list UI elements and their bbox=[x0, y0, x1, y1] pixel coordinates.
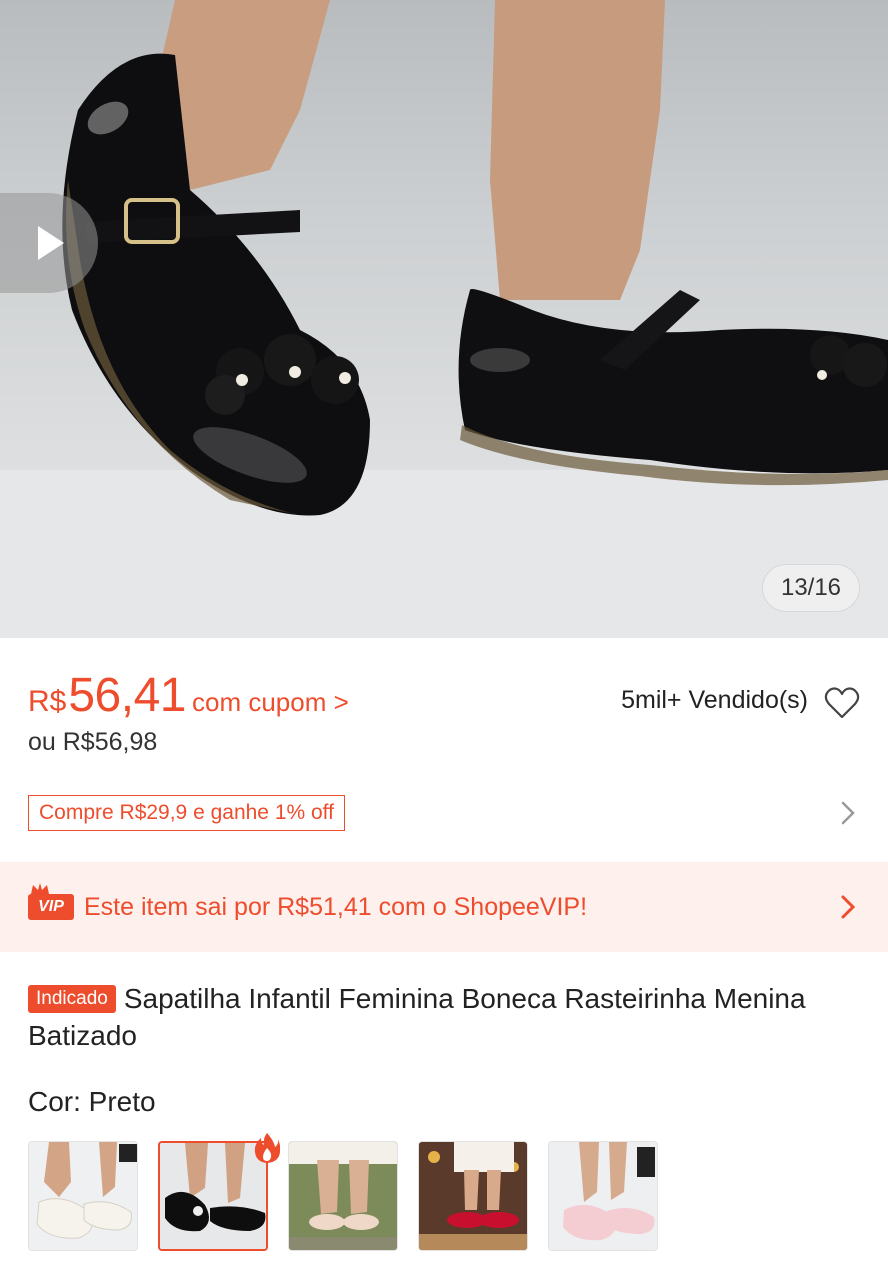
sold-count: 5mil+ Vendido(s) bbox=[621, 686, 808, 714]
chevron-right-icon[interactable] bbox=[838, 798, 858, 828]
price-row[interactable]: R$ 56,41 com cupom > bbox=[28, 668, 349, 723]
product-title: Indicado Sapatilha Infantil Feminina Bone… bbox=[28, 980, 858, 1054]
variant-list bbox=[28, 1141, 658, 1251]
variant-thumb-black[interactable] bbox=[158, 1141, 268, 1251]
vip-text: Este item sai por R$51,41 com o ShopeeVI… bbox=[84, 892, 588, 921]
chevron-right-icon bbox=[841, 895, 856, 919]
product-photo bbox=[0, 0, 888, 638]
vip-banner[interactable]: VIP Este item sai por R$51,41 com o Shop… bbox=[0, 862, 888, 952]
price-value: 56,41 bbox=[68, 669, 186, 722]
image-counter: 13/16 bbox=[762, 564, 860, 612]
vip-badge: VIP bbox=[28, 883, 74, 920]
promo-tag[interactable]: Compre R$29,9 e ganhe 1% off bbox=[28, 795, 345, 831]
heart-icon[interactable] bbox=[824, 686, 860, 720]
coupon-link[interactable]: com cupom > bbox=[192, 687, 349, 718]
product-title-text: Sapatilha Infantil Feminina Boneca Raste… bbox=[28, 983, 806, 1051]
alternate-price: ou R$56,98 bbox=[28, 728, 158, 756]
price-currency: R$ bbox=[28, 685, 67, 718]
variant-thumb-white[interactable] bbox=[28, 1141, 138, 1251]
color-label: Cor: Preto bbox=[28, 1086, 156, 1117]
variant-thumb-red[interactable] bbox=[418, 1141, 528, 1251]
flame-icon bbox=[254, 1133, 280, 1163]
product-image-gallery[interactable]: 13/16 bbox=[0, 0, 888, 638]
variant-thumb-beige[interactable] bbox=[288, 1141, 398, 1251]
variant-thumb-pink[interactable] bbox=[548, 1141, 658, 1251]
indicado-badge: Indicado bbox=[28, 985, 116, 1013]
play-icon bbox=[38, 226, 64, 260]
play-video-button[interactable] bbox=[0, 193, 98, 293]
crown-icon bbox=[31, 883, 49, 894]
